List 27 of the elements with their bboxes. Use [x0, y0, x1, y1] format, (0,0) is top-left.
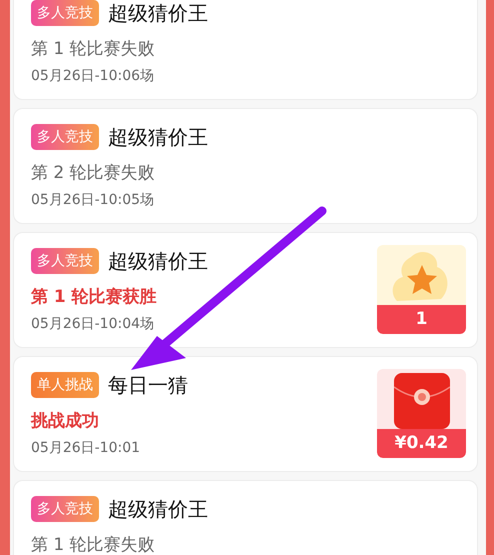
game-title: 超级猜价王 [108, 496, 208, 522]
match-time: 05月26日-10:01 [31, 439, 142, 458]
match-time: 05月26日-10:05场 [31, 191, 156, 210]
record-card[interactable]: 多人竞技 超级猜价王 第 1 轮比赛失败 [13, 480, 478, 555]
mode-badge: 多人竞技 [31, 496, 99, 522]
match-time: 05月26日-10:04场 [31, 315, 156, 334]
result-text: 挑战成功 [31, 410, 100, 433]
mode-badge: 单人挑战 [31, 372, 99, 398]
result-text: 第 2 轮比赛失败 [31, 162, 156, 185]
game-title: 每日一猜 [108, 372, 188, 398]
result-text: 第 1 轮比赛失败 [31, 38, 156, 61]
envelope-icon [394, 373, 450, 429]
mode-badge: 多人竞技 [31, 0, 99, 26]
result-text: 第 1 轮比赛获胜 [31, 286, 158, 309]
record-card[interactable]: 单人挑战 每日一猜 挑战成功 05月26日-10:01 ¥0.42 [13, 356, 478, 472]
prize-label: 1 [377, 305, 466, 334]
game-title: 超级猜价王 [108, 0, 208, 26]
prize-label: ¥0.42 [377, 429, 466, 458]
record-card[interactable]: 多人竞技 超级猜价王 第 1 轮比赛获胜 05月26日-10:04场 1 [13, 232, 478, 348]
result-text: 第 1 轮比赛失败 [31, 534, 156, 555]
game-title: 超级猜价王 [108, 248, 208, 274]
mode-badge: 多人竞技 [31, 248, 99, 274]
record-card[interactable]: 多人竞技 超级猜价王 第 2 轮比赛失败 05月26日-10:05场 [13, 108, 478, 224]
match-time: 05月26日-10:06场 [31, 67, 156, 86]
game-title: 超级猜价王 [108, 124, 208, 150]
mode-badge: 多人竞技 [31, 124, 99, 150]
record-card[interactable]: 多人竞技 超级猜价王 第 1 轮比赛失败 05月26日-10:06场 [13, 0, 478, 100]
